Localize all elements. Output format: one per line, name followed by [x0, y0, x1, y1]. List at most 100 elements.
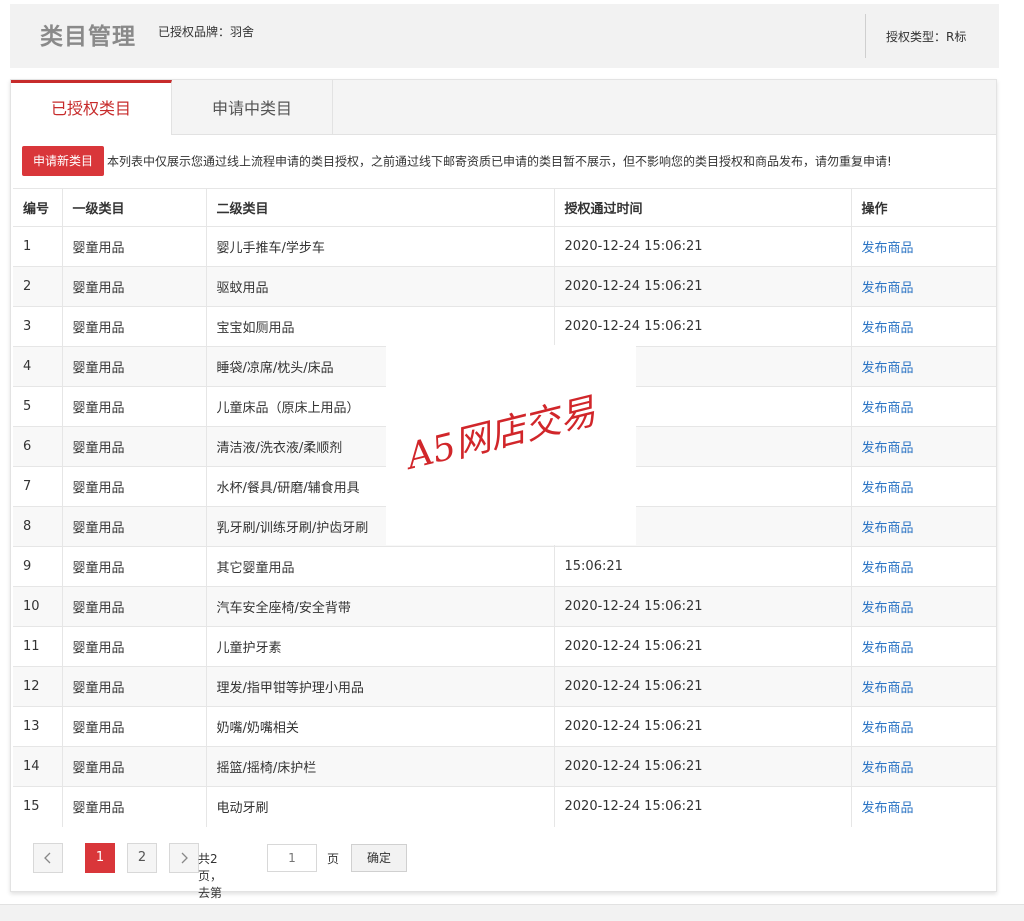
cell-level1-category: 婴童用品	[62, 266, 207, 307]
cell-action: 发布商品	[851, 626, 996, 667]
table-row: 15 婴童用品 电动牙刷 2020-12-24 15:06:21 发布商品	[13, 786, 996, 827]
cell-number: 4	[13, 346, 63, 387]
cell-number: 11	[13, 626, 63, 667]
table-row: 14 婴童用品 摇篮/摇椅/床护栏 2020-12-24 15:06:21 发布商品	[13, 746, 996, 787]
cell-action: 发布商品	[851, 506, 996, 547]
cell-level2-category: 儿童护牙素	[206, 626, 555, 667]
cell-level1-category: 婴童用品	[62, 546, 207, 587]
cell-level1-category: 婴童用品	[62, 706, 207, 747]
cell-number: 2	[13, 266, 63, 307]
bottom-bar	[0, 904, 1024, 921]
publish-product-link[interactable]: 发布商品	[862, 681, 914, 696]
chevron-left-icon	[44, 852, 51, 864]
tab-authorized-categories[interactable]: 已授权类目	[11, 80, 172, 135]
cell-level2-category: 摇篮/摇椅/床护栏	[206, 746, 555, 787]
publish-product-link[interactable]: 发布商品	[862, 641, 914, 656]
notice-bar: 申请新类目 本列表中仅展示您通过线上流程申请的类目授权，之前通过线下邮寄资质已申请…	[22, 146, 892, 176]
publish-product-link[interactable]: 发布商品	[862, 761, 914, 776]
goto-confirm-button[interactable]: 确定	[351, 844, 407, 872]
cell-number: 12	[13, 666, 63, 707]
publish-product-link[interactable]: 发布商品	[862, 241, 914, 256]
col-header-number: 编号	[13, 188, 63, 227]
table-row: 11 婴童用品 儿童护牙素 2020-12-24 15:06:21 发布商品	[13, 626, 996, 667]
publish-product-link[interactable]: 发布商品	[862, 561, 914, 576]
col-header-time: 授权通过时间	[554, 188, 852, 227]
publish-product-link[interactable]: 发布商品	[862, 601, 914, 616]
apply-new-category-button[interactable]: 申请新类目	[22, 146, 104, 176]
col-header-action: 操作	[851, 188, 996, 227]
tab-pending-categories[interactable]: 申请中类目	[172, 80, 333, 134]
publish-product-link[interactable]: 发布商品	[862, 321, 914, 336]
cell-level1-category: 婴童用品	[62, 466, 207, 507]
cell-action: 发布商品	[851, 706, 996, 747]
chevron-right-icon	[181, 852, 188, 864]
publish-product-link[interactable]: 发布商品	[862, 281, 914, 296]
publish-product-link[interactable]: 发布商品	[862, 481, 914, 496]
table-row: 3 婴童用品 宝宝如厕用品 2020-12-24 15:06:21 发布商品	[13, 306, 996, 347]
cell-level2-category: 电动牙刷	[206, 786, 555, 827]
cell-level1-category: 婴童用品	[62, 626, 207, 667]
cell-number: 1	[13, 226, 63, 267]
cell-number: 9	[13, 546, 63, 587]
cell-action: 发布商品	[851, 306, 996, 347]
cell-level1-category: 婴童用品	[62, 586, 207, 627]
cell-number: 15	[13, 786, 63, 827]
cell-action: 发布商品	[851, 786, 996, 827]
page-button-2[interactable]: 2	[127, 843, 157, 873]
cell-auth-time: 2020-12-24 15:06:21	[554, 666, 852, 707]
cell-action: 发布商品	[851, 466, 996, 507]
table-row: 9 婴童用品 其它婴童用品 15:06:21 发布商品	[13, 546, 996, 587]
cell-number: 5	[13, 386, 63, 427]
cell-action: 发布商品	[851, 426, 996, 467]
pager-page-unit: 页	[327, 852, 340, 866]
table-row: 2 婴童用品 驱蚊用品 2020-12-24 15:06:21 发布商品	[13, 266, 996, 307]
table-header-row: 编号 一级类目 二级类目 授权通过时间 操作	[13, 188, 996, 227]
publish-product-link[interactable]: 发布商品	[862, 361, 914, 376]
col-header-level2: 二级类目	[206, 188, 555, 227]
cell-action: 发布商品	[851, 746, 996, 787]
cell-action: 发布商品	[851, 386, 996, 427]
page-header: 类目管理 已授权品牌：羽舍 授权类型：R标	[10, 4, 999, 68]
cell-level2-category: 其它婴童用品	[206, 546, 555, 587]
cell-level1-category: 婴童用品	[62, 506, 207, 547]
cell-auth-time: 2020-12-24 15:06:21	[554, 306, 852, 347]
cell-level1-category: 婴童用品	[62, 746, 207, 787]
cell-level2-category: 汽车安全座椅/安全背带	[206, 586, 555, 627]
cell-level1-category: 婴童用品	[62, 386, 207, 427]
cell-level1-category: 婴童用品	[62, 426, 207, 467]
cell-auth-time: 2020-12-24 15:06:21	[554, 626, 852, 667]
notice-text: 本列表中仅展示您通过线上流程申请的类目授权，之前通过线下邮寄资质已申请的类目暂不…	[107, 154, 892, 169]
cell-number: 3	[13, 306, 63, 347]
cell-level1-category: 婴童用品	[62, 666, 207, 707]
cell-action: 发布商品	[851, 666, 996, 707]
authorization-type: 授权类型：R标	[886, 30, 967, 44]
authorized-brand: 已授权品牌：羽舍	[158, 25, 255, 39]
cell-number: 13	[13, 706, 63, 747]
prev-page-button[interactable]	[33, 843, 63, 873]
publish-product-link[interactable]: 发布商品	[862, 521, 914, 536]
publish-product-link[interactable]: 发布商品	[862, 721, 914, 736]
goto-page-input[interactable]	[267, 844, 317, 872]
next-page-button[interactable]	[169, 843, 199, 873]
watermark-text: A5网店交易	[402, 391, 600, 478]
page-button-1[interactable]: 1	[85, 843, 115, 873]
publish-product-link[interactable]: 发布商品	[862, 401, 914, 416]
table-row: 12 婴童用品 理发/指甲钳等护理小用品 2020-12-24 15:06:21 发布商…	[13, 666, 996, 707]
cell-number: 7	[13, 466, 63, 507]
tab-bar: 已授权类目 申请中类目	[11, 80, 996, 135]
cell-number: 10	[13, 586, 63, 627]
cell-level2-category: 驱蚊用品	[206, 266, 555, 307]
col-header-level1: 一级类目	[62, 188, 207, 227]
publish-product-link[interactable]: 发布商品	[862, 441, 914, 456]
watermark: A5网店交易	[386, 345, 636, 545]
pager-total-text: 共2页，去第	[198, 852, 223, 900]
cell-number: 8	[13, 506, 63, 547]
publish-product-link[interactable]: 发布商品	[862, 801, 914, 816]
cell-level1-category: 婴童用品	[62, 226, 207, 267]
cell-level2-category: 理发/指甲钳等护理小用品	[206, 666, 555, 707]
cell-level2-category: 婴儿手推车/学步车	[206, 226, 555, 267]
cell-auth-time: 15:06:21	[554, 546, 852, 587]
cell-level1-category: 婴童用品	[62, 786, 207, 827]
cell-auth-time: 2020-12-24 15:06:21	[554, 586, 852, 627]
table-row: 13 婴童用品 奶嘴/奶嘴相关 2020-12-24 15:06:21 发布商品	[13, 706, 996, 747]
